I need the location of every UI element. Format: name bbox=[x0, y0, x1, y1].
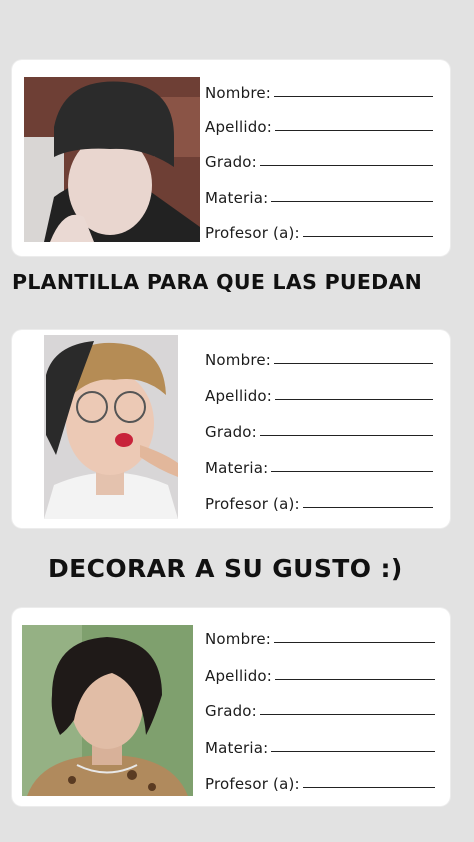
name-field[interactable]: Nombre: bbox=[205, 347, 433, 369]
name-label: Nombre: bbox=[205, 351, 272, 369]
subject-field[interactable]: Materia: bbox=[205, 185, 433, 207]
name-line bbox=[274, 363, 433, 364]
subject-label: Materia: bbox=[205, 739, 269, 757]
surname-field[interactable]: Apellido: bbox=[205, 663, 435, 685]
name-label: Nombre: bbox=[205, 630, 272, 648]
surname-field[interactable]: Apellido: bbox=[205, 114, 433, 136]
grade-field[interactable]: Grado: bbox=[205, 698, 435, 720]
grade-line bbox=[259, 714, 435, 715]
template-card-1: Nombre: Apellido: Grado: Materia: Profes… bbox=[12, 60, 450, 256]
subject-line bbox=[271, 751, 435, 752]
teacher-label: Profesor (a): bbox=[205, 495, 300, 513]
surname-line bbox=[275, 679, 435, 680]
grade-line bbox=[259, 165, 433, 166]
teacher-label: Profesor (a): bbox=[205, 775, 300, 793]
teacher-label: Profesor (a): bbox=[205, 224, 300, 242]
teacher-field[interactable]: Profesor (a): bbox=[205, 771, 435, 793]
grade-line bbox=[259, 435, 433, 436]
subject-field[interactable]: Materia: bbox=[205, 735, 435, 757]
template-card-2: Nombre: Apellido: Grado: Materia: Profes… bbox=[12, 330, 450, 528]
teacher-field[interactable]: Profesor (a): bbox=[205, 491, 433, 513]
teacher-field[interactable]: Profesor (a): bbox=[205, 220, 433, 242]
subject-label: Materia: bbox=[205, 189, 269, 207]
subject-line bbox=[271, 201, 433, 202]
subject-field[interactable]: Materia: bbox=[205, 455, 433, 477]
profile-photo-glasses bbox=[44, 335, 178, 519]
grade-label: Grado: bbox=[205, 423, 257, 441]
surname-line bbox=[275, 399, 433, 400]
profile-photo-curly-hair bbox=[22, 625, 193, 796]
surname-line bbox=[275, 130, 433, 131]
grade-label: Grado: bbox=[205, 153, 257, 171]
teacher-line bbox=[302, 507, 433, 508]
name-field[interactable]: Nombre: bbox=[205, 80, 433, 102]
template-card-3: Nombre: Apellido: Grado: Materia: Profes… bbox=[12, 608, 450, 806]
caption-middle: DECORAR A SU GUSTO :) bbox=[48, 554, 403, 583]
name-line bbox=[274, 642, 435, 643]
profile-photo-bucket-hat bbox=[24, 77, 200, 242]
name-line bbox=[274, 96, 433, 97]
subject-line bbox=[271, 471, 433, 472]
subject-label: Materia: bbox=[205, 459, 269, 477]
surname-field[interactable]: Apellido: bbox=[205, 383, 433, 405]
surname-label: Apellido: bbox=[205, 667, 273, 685]
caption-top: PLANTILLA PARA QUE LAS PUEDAN bbox=[12, 270, 423, 294]
grade-label: Grado: bbox=[205, 702, 257, 720]
name-field[interactable]: Nombre: bbox=[205, 626, 435, 648]
grade-field[interactable]: Grado: bbox=[205, 149, 433, 171]
grade-field[interactable]: Grado: bbox=[205, 419, 433, 441]
surname-label: Apellido: bbox=[205, 118, 273, 136]
teacher-line bbox=[302, 787, 435, 788]
teacher-line bbox=[302, 236, 433, 237]
name-label: Nombre: bbox=[205, 84, 272, 102]
surname-label: Apellido: bbox=[205, 387, 273, 405]
